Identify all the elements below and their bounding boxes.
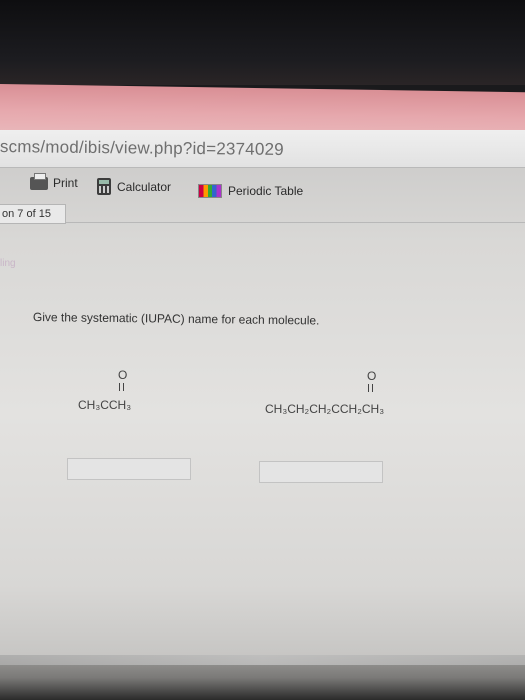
molecule-formula: CH₃CH₂CH₂CCH₂CH₃: [265, 402, 385, 416]
screen-area: [0, 128, 525, 700]
calculator-label: Calculator: [117, 179, 172, 194]
double-bond: [119, 383, 124, 391]
answer-input-2[interactable]: [259, 461, 383, 483]
taskbar-highlight: [0, 655, 525, 665]
print-label: Print: [53, 176, 78, 190]
monitor-bezel: [0, 0, 525, 85]
faint-link[interactable]: ling: [0, 258, 16, 269]
periodic-table-button[interactable]: Periodic Table: [198, 184, 303, 198]
periodic-table-label: Periodic Table: [228, 184, 304, 198]
printer-icon: [30, 172, 48, 190]
tab-divider: [66, 222, 525, 223]
question-counter-tab[interactable]: on 7 of 15: [0, 204, 66, 224]
calculator-icon: [97, 178, 111, 195]
print-button[interactable]: Print: [30, 172, 78, 190]
carbonyl-oxygen: O: [118, 368, 128, 382]
answer-input-1[interactable]: [67, 458, 191, 480]
calculator-button[interactable]: Calculator: [97, 178, 171, 195]
molecule-formula: CH₃CCH₃: [78, 398, 132, 412]
carbonyl-oxygen: O: [367, 369, 377, 383]
molecule-2: O CH₃CH₂CH₂CCH₂CH₃: [265, 369, 385, 416]
double-bond: [368, 384, 373, 392]
periodic-table-icon: [198, 184, 222, 198]
molecule-1: O CH₃CCH₃: [78, 368, 132, 412]
address-url[interactable]: scms/mod/ibis/view.php?id=2374029: [0, 137, 284, 160]
